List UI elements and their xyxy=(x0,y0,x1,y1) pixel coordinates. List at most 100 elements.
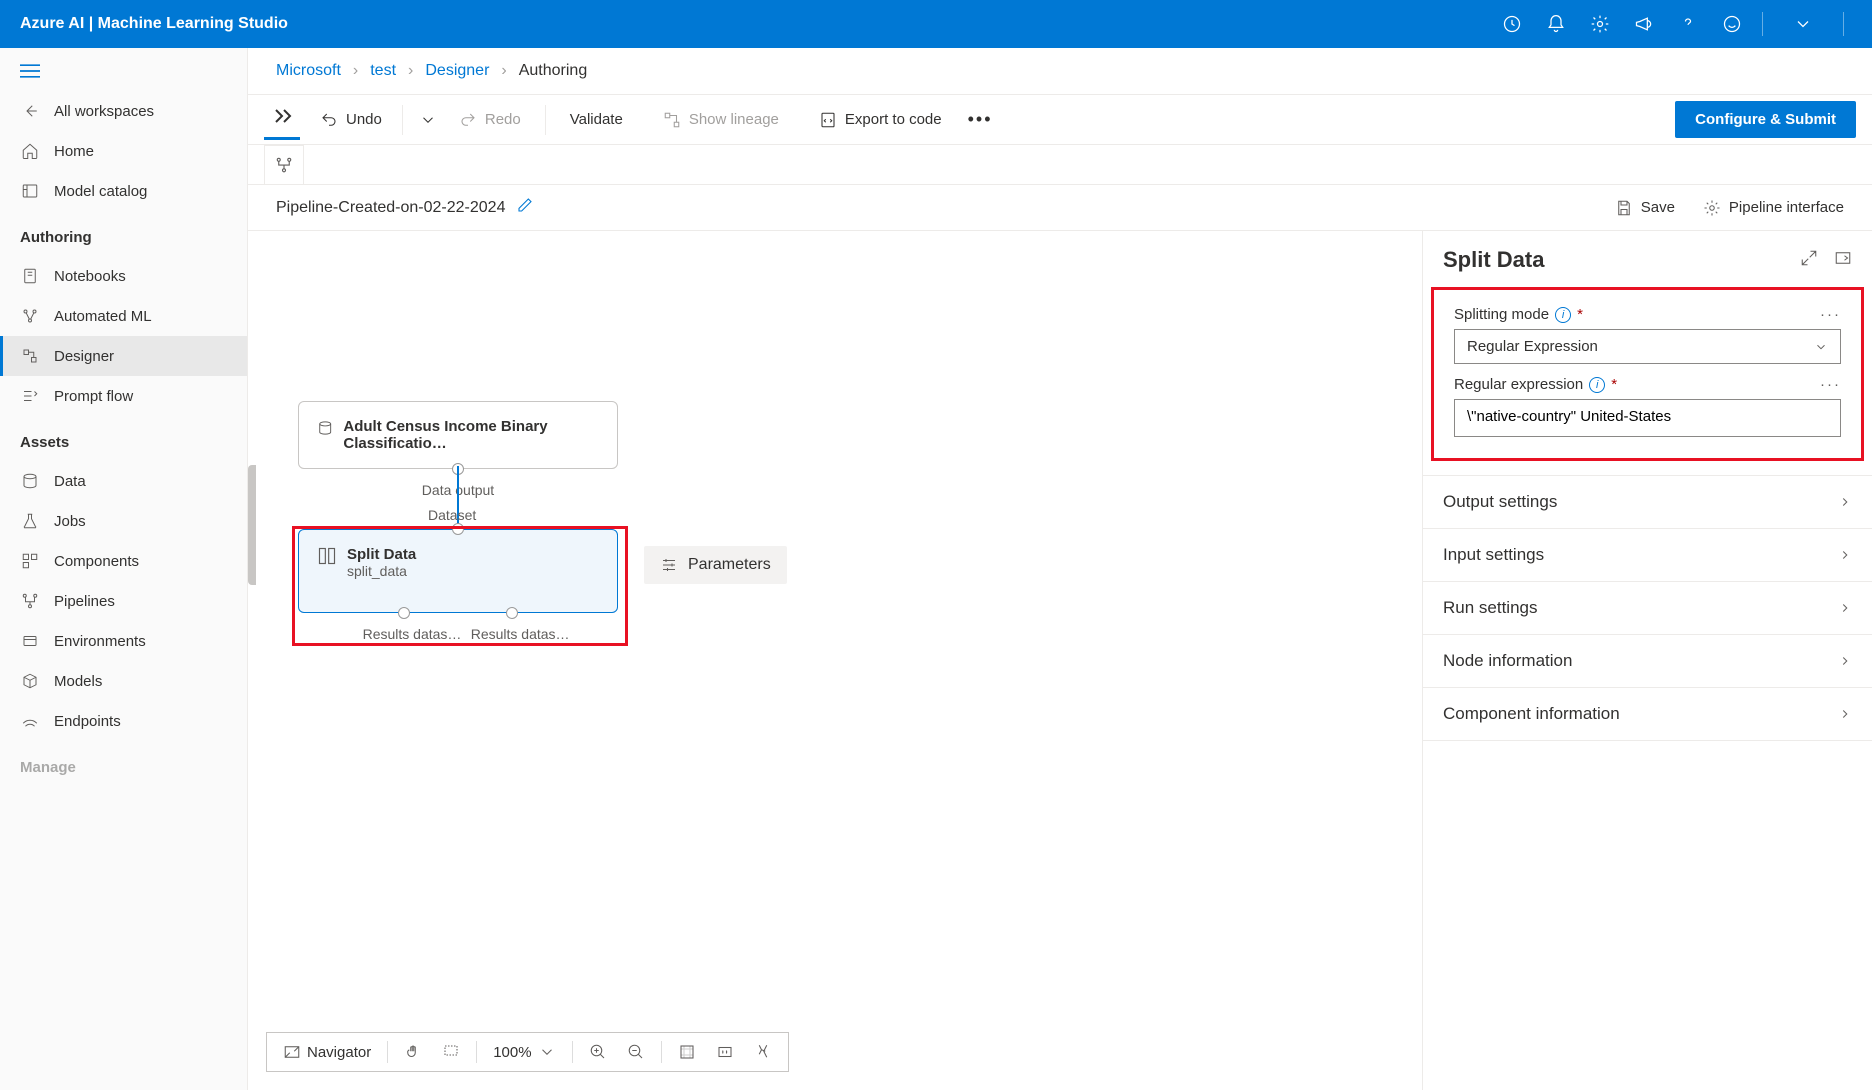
field-more-icon[interactable]: ··· xyxy=(1820,376,1841,393)
toolbar: Undo Redo Validate Show lineage Export t… xyxy=(248,95,1872,145)
node-subtitle: split_data xyxy=(347,563,416,579)
nav-label: Designer xyxy=(54,348,114,365)
smiley-icon[interactable] xyxy=(1710,0,1754,48)
resize-handle[interactable] xyxy=(248,465,256,585)
validate-button[interactable]: Validate xyxy=(560,105,633,134)
node-split-data[interactable]: Split Data split_data Results datas… Res… xyxy=(298,529,618,613)
pan-button[interactable] xyxy=(396,1039,430,1065)
nav-endpoints[interactable]: Endpoints xyxy=(0,701,247,741)
canvas[interactable]: Adult Census Income Binary Classificatio… xyxy=(248,231,1422,1090)
acc-label: Input settings xyxy=(1443,545,1544,565)
nav-models[interactable]: Models xyxy=(0,661,247,701)
undo-button[interactable]: Undo xyxy=(310,105,392,135)
collapse-icon[interactable] xyxy=(1834,249,1852,272)
field-more-icon[interactable]: ··· xyxy=(1820,306,1841,323)
nav-pipelines[interactable]: Pipelines xyxy=(0,581,247,621)
chevron-right-icon xyxy=(1838,654,1852,668)
splitting-mode-label: Splitting mode xyxy=(1454,306,1549,323)
arrow-left-icon xyxy=(20,101,40,121)
actual-size-icon[interactable] xyxy=(708,1039,742,1065)
zoom-in-icon[interactable] xyxy=(581,1039,615,1065)
nav-components[interactable]: Components xyxy=(0,541,247,581)
promptflow-icon xyxy=(20,386,40,406)
accordion: Output settings Input settings Run setti… xyxy=(1423,475,1872,741)
data-icon xyxy=(20,471,40,491)
export-code-button[interactable]: Export to code xyxy=(809,105,952,135)
nav-designer[interactable]: Designer xyxy=(0,336,247,376)
components-icon xyxy=(20,551,40,571)
nav-environments[interactable]: Environments xyxy=(0,621,247,661)
crumb-designer[interactable]: Designer xyxy=(425,62,489,80)
nav-label: Jobs xyxy=(54,513,86,530)
notebook-icon xyxy=(20,266,40,286)
output-port-1[interactable] xyxy=(398,607,410,619)
info-icon[interactable]: i xyxy=(1555,307,1571,323)
undo-label: Undo xyxy=(346,111,382,128)
node-adult-census[interactable]: Adult Census Income Binary Classificatio… xyxy=(298,401,618,469)
nav-jobs[interactable]: Jobs xyxy=(0,501,247,541)
pipeline-interface-button[interactable]: Pipeline interface xyxy=(1703,199,1844,217)
zoom-out-icon[interactable] xyxy=(619,1039,653,1065)
acc-label: Run settings xyxy=(1443,598,1538,618)
gear-icon[interactable] xyxy=(1578,0,1622,48)
pipeline-name: Pipeline-Created-on-02-22-2024 xyxy=(276,199,505,217)
acc-node-info[interactable]: Node information xyxy=(1423,635,1872,688)
expand-icon[interactable] xyxy=(1800,249,1818,272)
clock-icon[interactable] xyxy=(1490,0,1534,48)
acc-component-info[interactable]: Component information xyxy=(1423,688,1872,741)
nav-label: Home xyxy=(54,143,94,160)
bell-icon[interactable] xyxy=(1534,0,1578,48)
more-icon[interactable]: ••• xyxy=(962,103,999,136)
save-button[interactable]: Save xyxy=(1615,199,1675,217)
nav-automated-ml[interactable]: Automated ML xyxy=(0,296,247,336)
section-authoring: Authoring xyxy=(0,211,247,256)
info-icon[interactable]: i xyxy=(1589,377,1605,393)
parameters-button[interactable]: Parameters xyxy=(644,546,787,584)
megaphone-icon[interactable] xyxy=(1622,0,1666,48)
nav-notebooks[interactable]: Notebooks xyxy=(0,256,247,296)
endpoints-icon xyxy=(20,711,40,731)
edit-name-icon[interactable] xyxy=(517,197,533,218)
chevron-down-icon[interactable] xyxy=(1771,0,1835,48)
output-port-2[interactable] xyxy=(506,607,518,619)
nav-all-workspaces[interactable]: All workspaces xyxy=(0,91,247,131)
nav-label: Environments xyxy=(54,633,146,650)
select-button[interactable] xyxy=(434,1039,468,1065)
acc-run-settings[interactable]: Run settings xyxy=(1423,582,1872,635)
node-title: Adult Census Income Binary Classificatio… xyxy=(343,418,599,452)
help-icon[interactable] xyxy=(1666,0,1710,48)
input-port[interactable] xyxy=(452,523,464,535)
undo-dropdown[interactable] xyxy=(413,105,443,135)
nav-label: Model catalog xyxy=(54,183,147,200)
nav-prompt-flow[interactable]: Prompt flow xyxy=(0,376,247,416)
auto-layout-icon[interactable] xyxy=(746,1039,780,1065)
collapse-toggle[interactable] xyxy=(264,100,300,140)
zoom-level[interactable]: 100% xyxy=(485,1039,563,1065)
parameters-label: Parameters xyxy=(688,556,771,574)
regex-input[interactable]: \"native-country" United-States xyxy=(1454,399,1841,437)
separator xyxy=(1762,12,1763,36)
breadcrumb: Microsoft› test› Designer› Authoring xyxy=(248,48,1872,95)
show-lineage-button: Show lineage xyxy=(653,105,789,135)
splitting-mode-select[interactable]: Regular Expression xyxy=(1454,329,1841,364)
automl-icon xyxy=(20,306,40,326)
nav-model-catalog[interactable]: Model catalog xyxy=(0,171,247,211)
fit-screen-icon[interactable] xyxy=(670,1039,704,1065)
nav-home[interactable]: Home xyxy=(0,131,247,171)
graph-tab[interactable] xyxy=(264,145,304,185)
acc-label: Component information xyxy=(1443,704,1620,724)
models-icon xyxy=(20,671,40,691)
hamburger-icon[interactable] xyxy=(0,56,247,91)
content: Microsoft› test› Designer› Authoring Und… xyxy=(248,48,1872,1090)
chevron-right-icon xyxy=(1838,548,1852,562)
crumb-test[interactable]: test xyxy=(370,62,396,80)
navigator-button[interactable]: Navigator xyxy=(275,1039,379,1065)
save-label: Save xyxy=(1641,199,1675,216)
acc-output-settings[interactable]: Output settings xyxy=(1423,476,1872,529)
acc-input-settings[interactable]: Input settings xyxy=(1423,529,1872,582)
separator xyxy=(1843,12,1844,36)
crumb-microsoft[interactable]: Microsoft xyxy=(276,62,341,80)
environments-icon xyxy=(20,631,40,651)
configure-submit-button[interactable]: Configure & Submit xyxy=(1675,101,1856,138)
nav-data[interactable]: Data xyxy=(0,461,247,501)
